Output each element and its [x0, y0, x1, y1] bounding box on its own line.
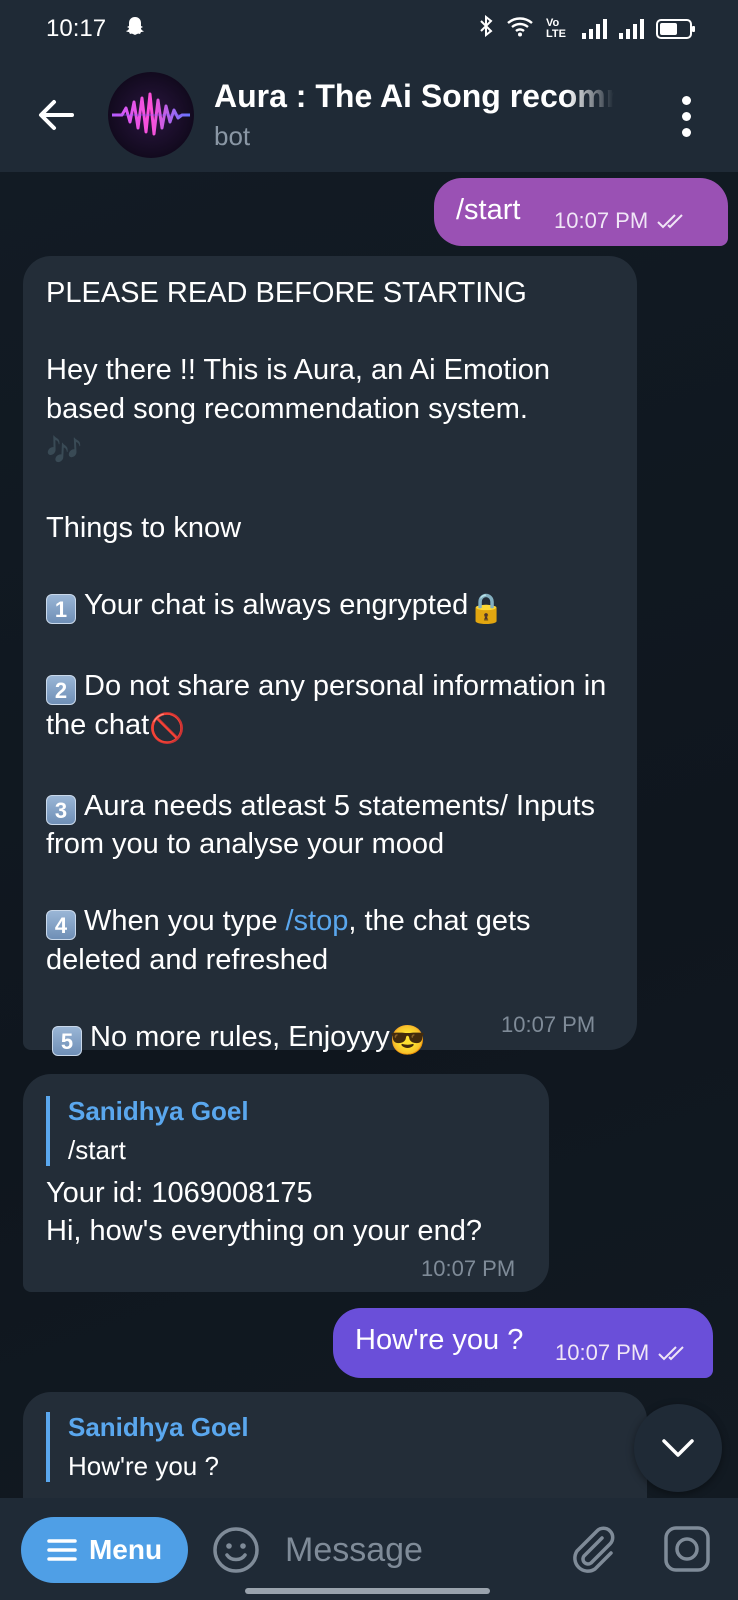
signal-icon-2 — [619, 19, 644, 39]
chevron-down-icon — [662, 1439, 694, 1457]
snapchat-icon — [124, 15, 146, 44]
attach-button[interactable] — [568, 1524, 618, 1574]
message-text: How're you ? — [355, 1324, 524, 1356]
sunglasses-icon: 😎 — [389, 1024, 426, 1057]
emoji-button[interactable] — [212, 1526, 260, 1574]
gesture-nav-bar[interactable] — [245, 1588, 490, 1594]
rule-2: 2 Do not share any personal information i… — [46, 667, 626, 748]
quote-author: Sanidhya Goel — [68, 1096, 249, 1126]
message-input[interactable] — [285, 1522, 535, 1578]
keycap-3-icon: 3 — [46, 794, 76, 825]
rules-things: Things to know — [46, 512, 242, 544]
incoming-message[interactable]: Sanidhya Goel /start Your id: 1069008175… — [23, 1074, 549, 1292]
status-time: 10:17 — [46, 15, 107, 42]
message-time: 10:07 PM — [555, 1340, 650, 1365]
quote-author: Sanidhya Goel — [68, 1412, 249, 1442]
back-arrow-icon — [39, 100, 74, 130]
wifi-icon — [506, 15, 534, 43]
volte-label: Vo LTE — [546, 17, 566, 40]
sound-wave-icon — [112, 92, 190, 136]
battery-icon — [656, 19, 695, 39]
incoming-message[interactable]: Sanidhya Goel How're you ? — [23, 1392, 647, 1498]
bluetooth-icon — [478, 14, 494, 43]
outgoing-message[interactable]: /start 10:07 PM — [434, 178, 728, 246]
keycap-5-icon: 5 — [52, 1025, 82, 1056]
chat-title-block[interactable]: Aura : The Ai Song recommendation system… — [214, 78, 614, 152]
message-text: Your id: 1069008175 Hi, how's everything… — [46, 1177, 482, 1247]
chat-area[interactable]: /start 10:07 PM PLEASE READ BEFORE START… — [0, 172, 738, 1498]
rule-1: 1 Your chat is always engrypted🔒 — [46, 586, 626, 629]
smiley-icon — [213, 1527, 259, 1573]
rules-text: PLEASE READ BEFORE STARTING Hey there !!… — [46, 274, 626, 1060]
message-meta: 10:07 PM — [554, 208, 690, 234]
signal-icon — [582, 19, 607, 39]
chat-header: Aura : The Ai Song recommendation system… — [0, 58, 738, 172]
quote-text: How're you ? — [68, 1451, 219, 1481]
music-notes-icon: 🎶 — [46, 435, 83, 467]
lock-icon: 🔒 — [468, 593, 505, 625]
outgoing-message[interactable]: How're you ? 10:07 PM — [333, 1308, 713, 1378]
back-button[interactable] — [24, 83, 88, 147]
menu-label: Menu — [88, 1534, 163, 1565]
keycap-4-icon: 4 — [46, 910, 76, 940]
message-time: 10:07 PM — [554, 208, 649, 233]
more-options-icon[interactable] — [682, 96, 692, 137]
message-time: 10:07 PM — [421, 1256, 516, 1281]
message-meta: 10:07 PM — [555, 1340, 691, 1366]
chat-subtitle: bot — [214, 121, 251, 151]
rule-4: 4 When you type /stop, the chat gets dele… — [46, 905, 539, 976]
scroll-to-bottom-button[interactable] — [634, 1404, 722, 1492]
prohibited-icon: 🚫 — [149, 712, 186, 745]
status-bar: 10:17 Vo LTE — [0, 0, 738, 58]
message-time: 10:07 PM — [501, 1012, 596, 1037]
camera-button[interactable] — [662, 1524, 712, 1574]
quote-text: /start — [68, 1135, 126, 1165]
quoted-message[interactable]: Sanidhya Goel How're you ? — [46, 1412, 526, 1482]
stop-command-link[interactable]: /stop — [286, 905, 349, 937]
rules-intro: Hey there !! This is Aura, an Ai Emotion… — [46, 351, 626, 471]
keycap-2-icon: 2 — [46, 675, 76, 705]
quoted-message[interactable]: Sanidhya Goel /start — [46, 1096, 526, 1166]
avatar[interactable] — [108, 72, 194, 158]
input-bar: Menu — [0, 1498, 738, 1600]
camera-icon — [664, 1526, 710, 1572]
keycap-1-icon: 1 — [46, 594, 76, 624]
paperclip-icon — [573, 1526, 615, 1573]
hamburger-icon — [47, 1539, 77, 1561]
incoming-message[interactable]: PLEASE READ BEFORE STARTING Hey there !!… — [23, 256, 637, 1057]
chat-title: Aura : The Ai Song recommendation system — [214, 78, 614, 114]
bot-menu-button[interactable]: Menu — [21, 1517, 188, 1583]
rule-3: 3 Aura needs atleast 5 statements/ Inputs… — [46, 789, 604, 860]
double-check-icon — [658, 1346, 684, 1361]
double-check-icon — [657, 214, 683, 229]
rules-heading: PLEASE READ BEFORE STARTING — [46, 277, 527, 309]
message-text: /start — [456, 194, 521, 226]
